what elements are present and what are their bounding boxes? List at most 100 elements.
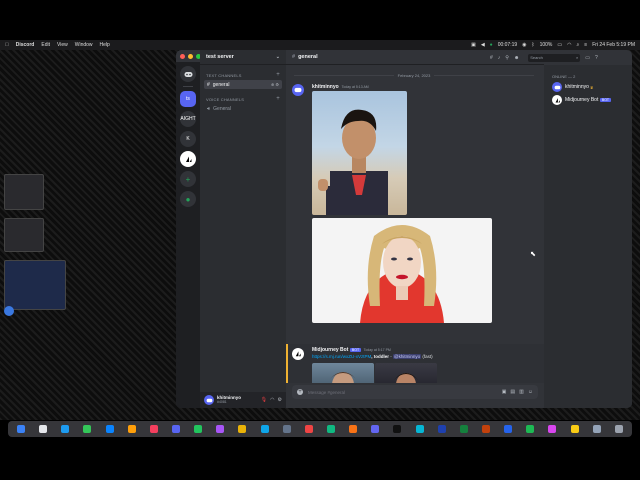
avatar[interactable] (204, 395, 214, 405)
direct-messages-home-icon[interactable] (180, 66, 196, 82)
word-icon[interactable] (437, 425, 446, 433)
facetime-icon[interactable] (194, 425, 203, 433)
chrome-icon[interactable] (570, 425, 579, 433)
inbox-icon[interactable]: ▭ (585, 55, 590, 61)
minimize-window-button[interactable] (188, 54, 193, 59)
window-thumbnail[interactable] (4, 174, 44, 210)
record-timer[interactable]: 00:07:19 (498, 42, 517, 48)
message-composer[interactable]: + Message #general ▣ ▤ ▥ ☺ (292, 385, 538, 399)
bot-message[interactable]: Midjourney Bot BOT Today at 5:17 PM http… (286, 344, 544, 383)
screen-record-icon[interactable]: ▣ (471, 42, 476, 48)
mail-icon[interactable] (105, 425, 114, 433)
gif-icon[interactable]: ▤ (510, 389, 515, 395)
app-badge-icon[interactable] (4, 306, 14, 316)
add-server-icon[interactable]: + (180, 171, 196, 187)
wifi-icon[interactable]: ◠ (567, 42, 571, 48)
app-icon[interactable] (548, 425, 557, 433)
powerpoint-icon[interactable] (482, 425, 491, 433)
server-header[interactable]: test server ⌄ (200, 50, 286, 65)
launchpad-icon[interactable] (39, 425, 48, 433)
stop-icon[interactable]: ◉ (522, 42, 526, 48)
close-window-button[interactable] (180, 54, 185, 59)
terminal-icon[interactable] (393, 425, 402, 433)
server-aight[interactable]: AIGHT (180, 111, 196, 127)
message-author[interactable]: khitminnyo (312, 84, 339, 90)
app-menu-discord[interactable]: Discord (16, 42, 35, 48)
messages-icon[interactable] (83, 425, 92, 433)
settings-gear-icon[interactable]: ⚙ (278, 397, 282, 403)
window-thumbnail[interactable] (4, 218, 44, 252)
server-midjourney-icon[interactable] (180, 151, 196, 167)
menu-help[interactable]: Help (100, 42, 110, 48)
voice-channel-general[interactable]: 🔊︎ General (204, 104, 282, 113)
message-list[interactable]: February 24, 2023 khitminnyo Today at 5:… (286, 65, 544, 383)
menubar-clock[interactable]: Fri 24 Feb 5:19 PM (592, 42, 635, 48)
apple-menu-icon[interactable]:  (5, 42, 9, 48)
avatar[interactable] (292, 348, 304, 360)
spotlight-icon[interactable]: ⌕ (576, 42, 579, 48)
photoshop-icon[interactable] (504, 425, 513, 433)
members-icon[interactable]: ☻ (514, 55, 519, 61)
upload-plus-icon[interactable]: + (297, 389, 303, 395)
pin-icon[interactable]: ⚲ (505, 55, 509, 61)
downloads-icon[interactable] (592, 425, 601, 433)
settings-icon[interactable] (282, 425, 291, 433)
headphones-icon[interactable]: ◠ (270, 397, 274, 403)
emoji-icon[interactable]: ☺ (528, 389, 533, 395)
photos-icon[interactable] (127, 425, 136, 433)
bluetooth-icon[interactable]: ᛒ (532, 42, 535, 48)
threads-icon[interactable]: # (490, 55, 493, 61)
explore-servers-icon[interactable]: ● (180, 191, 196, 207)
message-author[interactable]: Midjourney Bot (312, 347, 348, 353)
window-controls (180, 54, 201, 59)
window-thumbnail[interactable] (4, 260, 66, 310)
maps-icon[interactable] (327, 425, 336, 433)
podcasts-icon[interactable] (216, 425, 225, 433)
finder-icon[interactable] (17, 425, 26, 433)
discord-dock-icon[interactable] (172, 425, 181, 433)
volume-icon[interactable]: ◀ (481, 42, 485, 48)
generated-image[interactable] (375, 363, 437, 383)
image-attachment[interactable] (312, 218, 492, 323)
member-khitminnyo[interactable]: khitminnyo ♛ (552, 82, 624, 92)
server-k[interactable]: K (180, 131, 196, 147)
mute-microphone-icon[interactable]: 🎙︎ (261, 397, 267, 403)
server-test-server[interactable]: ts (180, 91, 196, 107)
app-store-icon[interactable] (260, 425, 269, 433)
text-channels-category[interactable]: TEXT CHANNELS + (206, 72, 280, 78)
bell-icon[interactable]: ♪ (498, 55, 501, 61)
user-mention[interactable]: @khitminnyo (393, 354, 422, 359)
voice-channels-category[interactable]: VOICE CHANNELS + (206, 96, 280, 102)
prompt-link[interactable]: https://s.mj.run/wxZU-xVztPM (312, 354, 371, 359)
help-icon[interactable]: ? (595, 55, 598, 61)
create-channel-icon[interactable]: + (276, 96, 280, 102)
create-channel-icon[interactable]: + (276, 72, 280, 78)
trash-icon[interactable] (614, 425, 623, 433)
menu-edit[interactable]: Edit (41, 42, 50, 48)
vpn-icon[interactable]: ● (490, 42, 493, 48)
battery-label[interactable]: 100% (540, 42, 553, 48)
menu-window[interactable]: Window (75, 42, 93, 48)
channel-general[interactable]: # general ⊕ ⚙ (204, 80, 282, 89)
menu-view[interactable]: View (57, 42, 68, 48)
invite-icon[interactable]: ⊕ ⚙ (271, 82, 279, 87)
calendar-icon[interactable] (304, 425, 313, 433)
battery-icon[interactable]: ▭ (557, 42, 562, 48)
image-attachment[interactable] (312, 91, 407, 215)
zoom-icon[interactable] (415, 425, 424, 433)
member-midjourney-bot[interactable]: Midjourney Bot BOT (552, 95, 624, 105)
books-icon[interactable] (349, 425, 358, 433)
notes-icon[interactable] (238, 425, 247, 433)
music-icon[interactable] (149, 425, 158, 433)
sticker-icon[interactable]: ▥ (519, 389, 524, 395)
spotify-icon[interactable] (526, 425, 535, 433)
search-input[interactable]: Search ⌕ (528, 53, 581, 62)
excel-icon[interactable] (459, 425, 468, 433)
generated-image[interactable] (312, 363, 374, 383)
vscode-icon[interactable] (371, 425, 380, 433)
message-input-placeholder[interactable]: Message #general (308, 390, 345, 395)
control-center-icon[interactable]: ≡ (584, 42, 587, 48)
safari-icon[interactable] (61, 425, 70, 433)
avatar[interactable] (292, 84, 304, 96)
gift-icon[interactable]: ▣ (502, 389, 507, 395)
